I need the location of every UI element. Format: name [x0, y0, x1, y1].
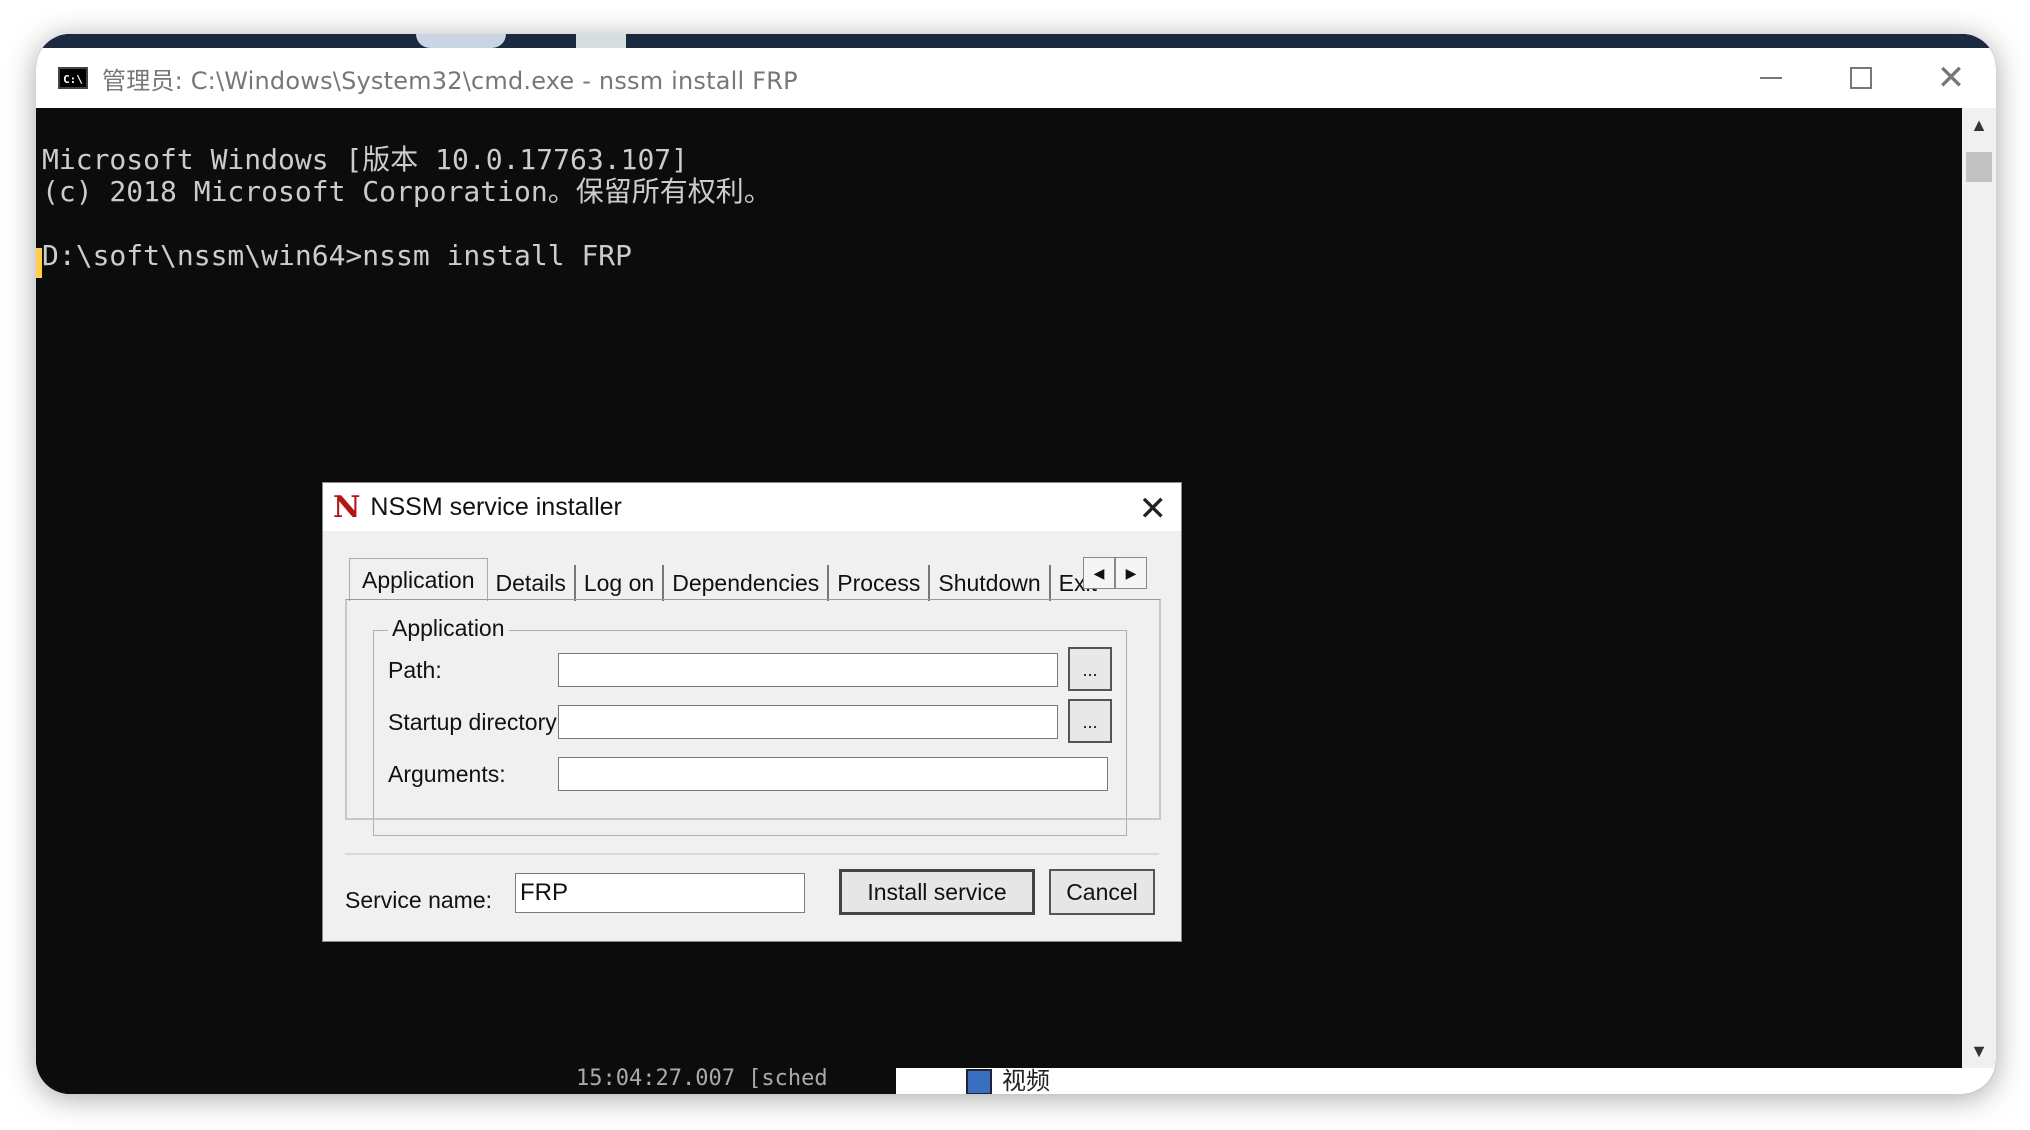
dialog-title-bar[interactable]: N NSSM service installer ✕ — [323, 483, 1181, 531]
nssm-dialog: N NSSM service installer ✕ Application D… — [322, 482, 1182, 942]
tab-details[interactable]: Details — [487, 565, 576, 601]
video-icon — [966, 1069, 992, 1094]
tab-log-on[interactable]: Log on — [575, 565, 665, 601]
tab-strip: Application Details Log on Dependencies … — [349, 557, 1106, 601]
cancel-button[interactable]: Cancel — [1049, 869, 1155, 915]
console-line: D:\soft\nssm\win64>nssm install FRP — [42, 239, 633, 272]
group-title: Application — [388, 615, 509, 642]
service-name-label: Service name: — [345, 887, 493, 913]
tab-application[interactable]: Application — [349, 558, 488, 601]
scroll-up-arrow[interactable]: ▲ — [1962, 108, 1996, 142]
dialog-close-icon[interactable]: ✕ — [1139, 489, 1168, 529]
video-label: 视频 — [1002, 1067, 1050, 1094]
scroll-thumb[interactable] — [1966, 152, 1992, 182]
cmd-icon: C:\ — [58, 67, 88, 89]
maximize-button[interactable] — [1816, 48, 1906, 108]
maximize-icon — [1850, 67, 1872, 89]
vertical-scrollbar[interactable]: ▲ ▼ — [1962, 108, 1996, 1068]
window-title: 管理员: C:\Windows\System32\cmd.exe - nssm … — [102, 66, 798, 95]
divider — [345, 853, 1159, 855]
nssm-logo-icon: N — [333, 489, 361, 525]
startup-directory-input[interactable] — [558, 705, 1058, 739]
service-name-input[interactable]: FRP — [515, 873, 805, 913]
bottom-strip: 15:04:27.007 [sched 视频 — [36, 1068, 1996, 1094]
minimize-icon — [1760, 77, 1782, 79]
console-line: Microsoft Windows [版本 10.0.17763.107] — [42, 143, 689, 176]
title-bar[interactable]: C:\ 管理员: C:\Windows\System32\cmd.exe - n… — [36, 48, 1996, 108]
tab-left-arrow-icon[interactable]: ◀ — [1083, 557, 1115, 589]
install-service-button[interactable]: Install service — [839, 869, 1035, 915]
minimize-button[interactable] — [1726, 48, 1816, 108]
console-line: (c) 2018 Microsoft Corporation。保留所有权利。 — [42, 175, 772, 208]
tab-right-arrow-icon[interactable]: ▶ — [1115, 557, 1147, 589]
dialog-title: NSSM service installer — [370, 492, 622, 521]
tab-panel-application: Application Path: ... Startup directory:… — [345, 599, 1161, 836]
tab-process[interactable]: Process — [829, 565, 931, 601]
tab-scroll-arrows: ◀ ▶ — [1083, 557, 1147, 589]
tab-dependencies[interactable]: Dependencies — [664, 565, 830, 601]
application-group: Application Path: ... Startup directory:… — [373, 615, 1127, 836]
close-icon: ✕ — [1936, 58, 1966, 98]
video-taskbar-item[interactable]: 视频 — [966, 1068, 1050, 1094]
arguments-label: Arguments: — [388, 761, 506, 787]
tab-shutdown[interactable]: Shutdown — [930, 565, 1051, 601]
arguments-input[interactable] — [558, 757, 1108, 791]
desktop-icon-peek — [416, 34, 506, 48]
scroll-down-arrow[interactable]: ▼ — [1962, 1034, 1996, 1068]
path-browse-button[interactable]: ... — [1068, 647, 1112, 691]
taskbar-peek — [896, 1068, 1996, 1094]
startup-directory-label: Startup directory: — [388, 709, 564, 735]
desktop-icon-peek — [576, 34, 626, 48]
startup-browse-button[interactable]: ... — [1068, 699, 1112, 743]
background-console-peek: 15:04:27.007 [sched — [576, 1068, 896, 1094]
desktop-strip — [36, 34, 1996, 48]
path-label: Path: — [388, 657, 442, 683]
path-input[interactable] — [558, 653, 1058, 687]
close-button[interactable]: ✕ — [1906, 48, 1996, 108]
